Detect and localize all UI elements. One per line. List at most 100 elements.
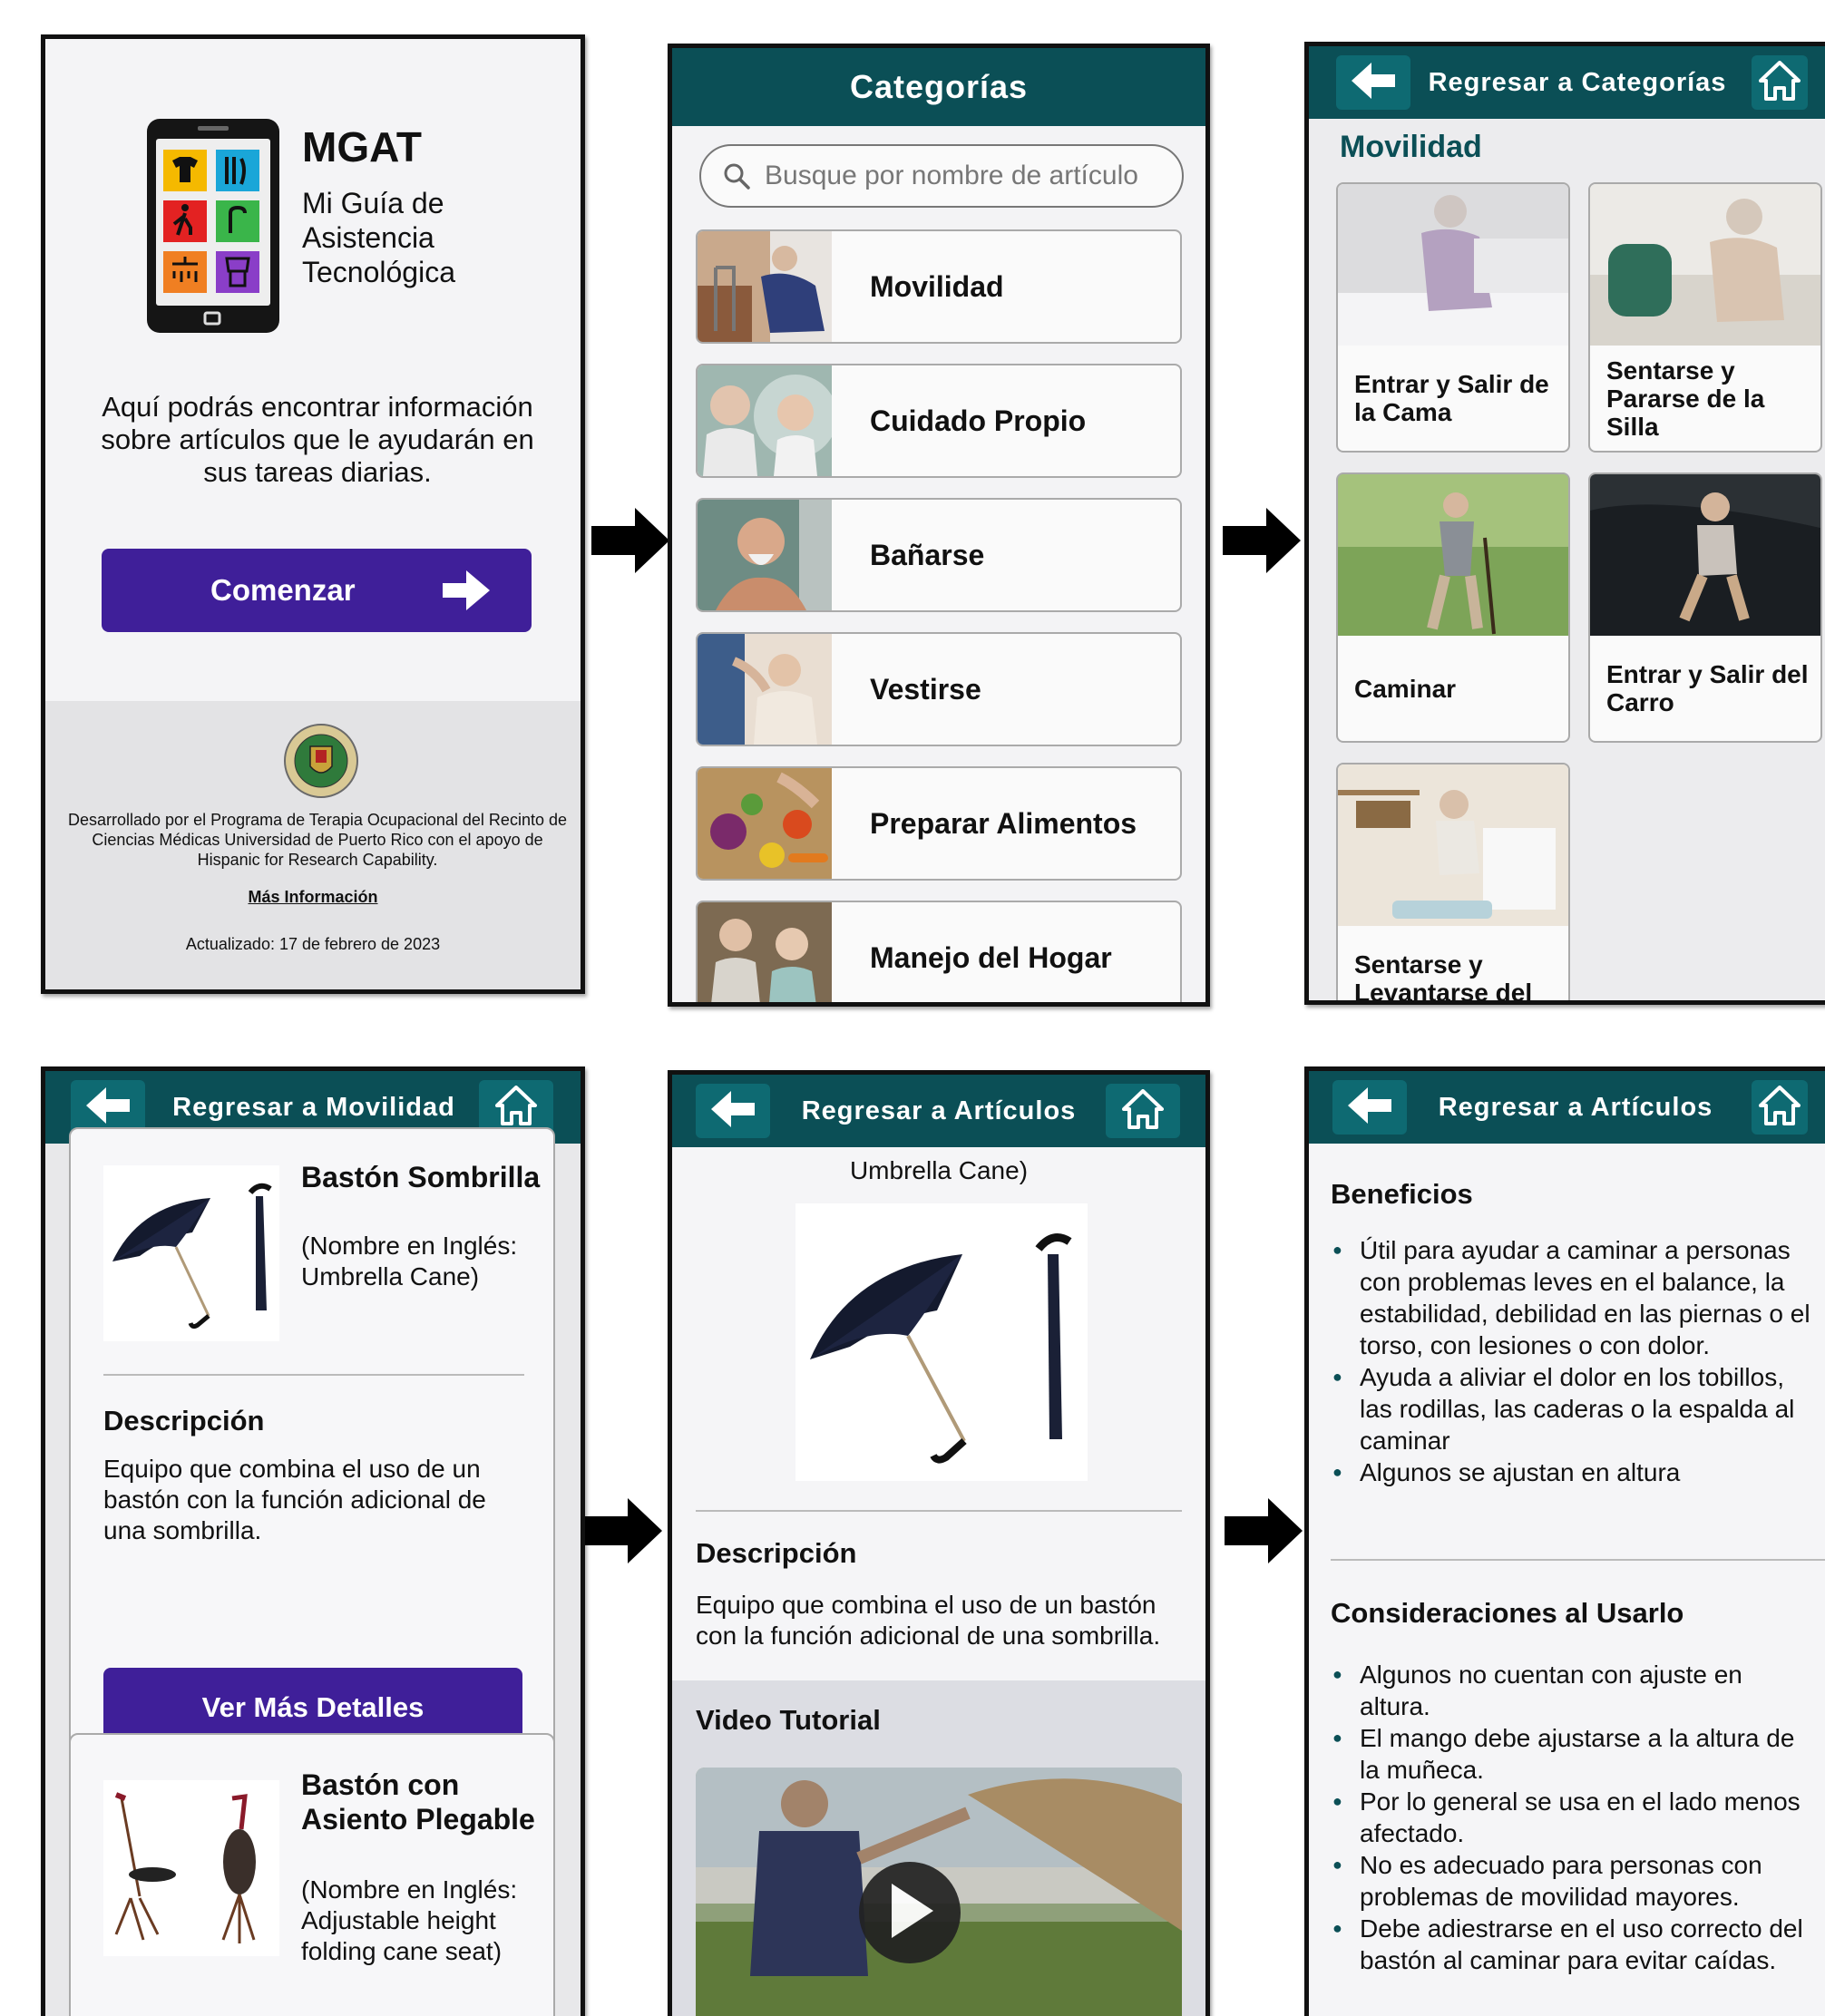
category-label: Preparar Alimentos <box>870 806 1137 840</box>
home-icon <box>495 1085 537 1130</box>
mobility-screen: Regresar a Categorías Movilidad Entrar y… <box>1304 42 1825 1005</box>
category-photo <box>698 902 832 1002</box>
product-card: Bastón con Asiento Plegable (Nombre en I… <box>69 1733 555 2016</box>
video-heading: Video Tutorial <box>696 1704 881 1736</box>
search-input[interactable]: Busque por nombre de artículo <box>699 144 1184 208</box>
nav-bar: Regresar a Artículos <box>1309 1071 1825 1144</box>
benefits-heading: Beneficios <box>1331 1178 1473 1210</box>
activity-label: Entrar y Salir de la Cama <box>1354 370 1549 426</box>
category-item-banarse[interactable]: Bañarse <box>696 498 1182 612</box>
category-label: Movilidad <box>870 269 1004 303</box>
category-item-cuidado-propio[interactable]: Cuidado Propio <box>696 364 1182 478</box>
list-item: Útil para ayudar a caminar a personas co… <box>1332 1234 1813 1361</box>
back-button[interactable] <box>696 1084 770 1138</box>
benefits-list: Útil para ayudar a caminar a personas co… <box>1332 1234 1813 1488</box>
activity-card[interactable]: Entrar y Salir del Carro <box>1588 472 1822 743</box>
flow-arrow-icon <box>1225 1498 1303 1568</box>
more-info-link[interactable]: Más Información <box>45 888 581 907</box>
description-text: Equipo que combina el uso de un bastón c… <box>696 1591 1161 1650</box>
list-item: Ayuda a aliviar el dolor en los tobillos… <box>1332 1361 1813 1456</box>
arrow-left-icon <box>1352 62 1395 103</box>
activity-card[interactable]: Entrar y Salir de la Cama <box>1336 182 1570 453</box>
flow-arrow-icon <box>591 508 669 578</box>
category-label: Manejo del Hogar <box>870 940 1112 974</box>
activity-photo <box>1590 184 1820 346</box>
section-title: Movilidad <box>1340 130 1482 164</box>
credit-text: Desarrollado por el Programa de Terapia … <box>68 811 567 869</box>
start-button-label: Comenzar <box>210 573 356 607</box>
category-photo <box>698 768 832 879</box>
activity-label: Entrar y Salir del Carro <box>1606 660 1809 716</box>
considerations-list: Algunos no cuentan con ajuste en altura.… <box>1332 1659 1813 1976</box>
activity-label: Sentarse y Levantarse del <box>1354 950 1533 1005</box>
back-label[interactable]: Regresar a Artículos <box>1409 1071 1742 1144</box>
play-icon <box>886 1883 933 1943</box>
arrow-left-icon <box>711 1090 755 1132</box>
start-button[interactable]: Comenzar <box>102 549 532 632</box>
home-button[interactable] <box>1106 1084 1180 1138</box>
back-button[interactable] <box>71 1080 145 1135</box>
product-english-name: (Nombre en Inglés: Umbrella Cane) <box>301 1232 518 1290</box>
activity-photo <box>1338 474 1568 636</box>
product-name: Bastón Sombrilla <box>301 1161 541 1193</box>
back-label[interactable]: Regresar a Artículos <box>772 1075 1106 1147</box>
flow-arrow-icon <box>584 1498 662 1568</box>
list-item: Debe adiestrarse en el uso correcto del … <box>1332 1913 1813 1976</box>
arrow-left-icon <box>86 1086 130 1128</box>
list-item: Por lo general se usa en el lado menos a… <box>1332 1786 1813 1849</box>
arrow-left-icon <box>1348 1086 1391 1128</box>
home-button[interactable] <box>1752 1080 1808 1135</box>
list-item: El mango debe ajustarse a la altura de l… <box>1332 1722 1813 1786</box>
search-placeholder: Busque por nombre de artículo <box>765 161 1138 190</box>
list-item: Algunos se ajustan en altura <box>1332 1456 1813 1488</box>
category-item-manejo-del-hogar[interactable]: Manejo del Hogar <box>696 901 1182 1002</box>
considerations-heading: Consideraciones al Usarlo <box>1331 1597 1684 1629</box>
category-item-preparar-alimentos[interactable]: Preparar Alimentos <box>696 766 1182 881</box>
category-photo <box>698 365 837 476</box>
category-item-vestirse[interactable]: Vestirse <box>696 632 1182 746</box>
flow-arrow-icon <box>1223 508 1301 578</box>
categories-screen: Categorías Busque por nombre de artículo… <box>668 44 1210 1007</box>
category-label: Cuidado Propio <box>870 404 1087 437</box>
activity-card[interactable]: Sentarse y Levantarse del <box>1336 763 1570 1005</box>
activity-label: Sentarse y Pararse de la Silla <box>1606 355 1765 441</box>
nav-bar: Regresar a Categorías <box>1309 46 1825 119</box>
back-button[interactable] <box>1336 55 1410 110</box>
umbrella-cane-image <box>103 1165 279 1341</box>
search-icon <box>723 162 750 190</box>
activity-card[interactable]: Caminar <box>1336 472 1570 743</box>
home-button[interactable] <box>1752 55 1808 110</box>
category-item-movilidad[interactable]: Movilidad <box>696 229 1182 344</box>
activity-card[interactable]: Sentarse y Pararse de la Silla <box>1588 182 1822 453</box>
category-label: Vestirse <box>870 672 981 706</box>
arrow-right-icon <box>443 570 490 618</box>
home-screen: MGAT Mi Guía de Asistencia Tecnológica A… <box>41 34 585 994</box>
page-title: Categorías <box>672 48 1205 126</box>
updated-date: Actualizado: 17 de febrero de 2023 <box>185 935 441 953</box>
benefits-screen: Regresar a Artículos Beneficios Útil par… <box>1304 1066 1825 2016</box>
category-photo <box>698 231 832 342</box>
description-heading: Descripción <box>103 1405 265 1437</box>
list-item: Algunos no cuentan con ajuste en altura. <box>1332 1659 1813 1722</box>
nav-bar: Regresar a Artículos <box>672 1075 1205 1147</box>
activity-photo <box>1338 184 1568 346</box>
app-name: MGAT <box>302 123 423 170</box>
play-button[interactable] <box>859 1862 961 1963</box>
divider <box>696 1510 1182 1512</box>
divider <box>1331 1559 1825 1561</box>
home-button[interactable] <box>479 1080 553 1135</box>
back-button[interactable] <box>1332 1080 1407 1135</box>
video-section: Video Tutorial <box>672 1680 1205 2016</box>
app-subtitle: Mi Guía de Asistencia Tecnológica <box>302 187 455 288</box>
activity-label: Caminar <box>1354 674 1457 703</box>
article-detail-screen: Regresar a Artículos Umbrella Cane) Desc… <box>668 1070 1210 2016</box>
intro-text: Aquí podrás encontrar información sobre … <box>101 391 534 488</box>
product-card: Bastón Sombrilla (Nombre en Inglés: Umbr… <box>69 1127 555 1768</box>
category-label: Bañarse <box>870 538 985 571</box>
articles-screen: Regresar a Movilidad Bastón Sombrilla (N… <box>41 1066 585 2016</box>
english-name-caption: Umbrella Cane) <box>849 1156 1029 1184</box>
home-icon <box>1759 60 1801 105</box>
app-logo-icon <box>147 119 279 333</box>
back-label[interactable]: Regresar a Categorías <box>1412 46 1742 119</box>
video-player[interactable] <box>696 1768 1182 2016</box>
